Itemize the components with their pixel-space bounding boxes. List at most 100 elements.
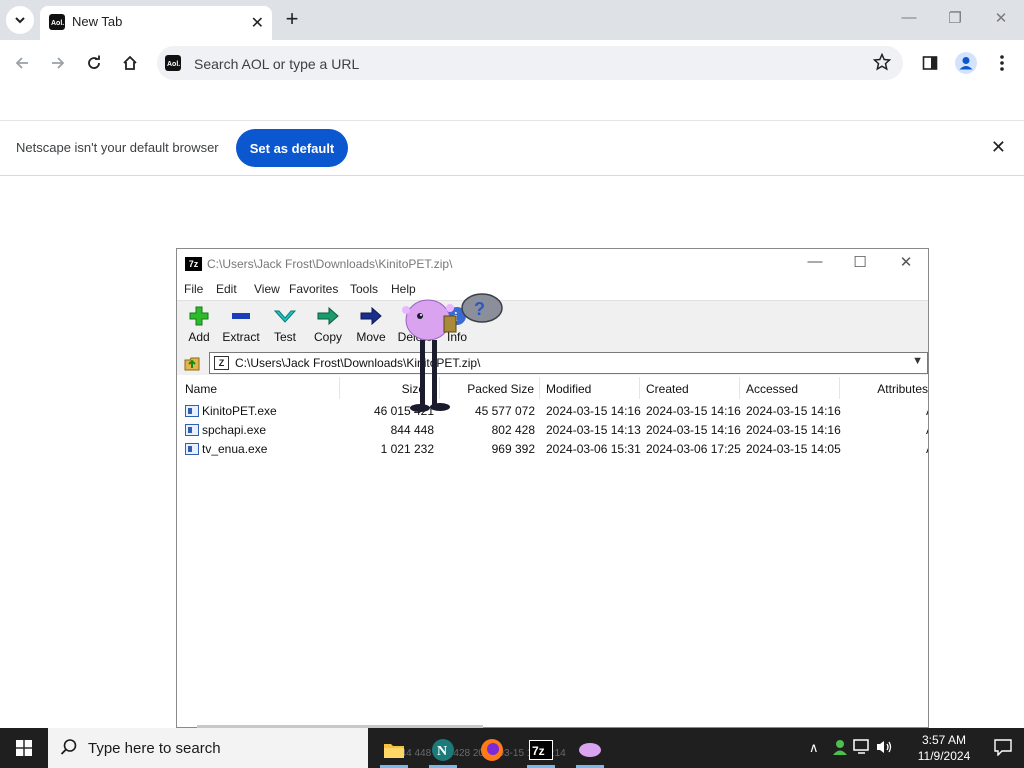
add-button[interactable]: Add bbox=[177, 304, 221, 348]
taskbar-firefox[interactable] bbox=[470, 732, 514, 768]
volume-icon[interactable] bbox=[875, 739, 893, 758]
svg-text:N: N bbox=[437, 744, 447, 759]
col-attributes[interactable]: Attributes bbox=[840, 377, 928, 399]
exe-file-icon bbox=[185, 443, 199, 455]
infobar-close-icon[interactable]: ✕ bbox=[991, 137, 1006, 158]
infobar-message: Netscape isn't your default browser bbox=[16, 140, 219, 155]
network-icon[interactable] bbox=[853, 739, 871, 758]
tab-title: New Tab bbox=[72, 14, 123, 29]
file-name: tv_enua.exe bbox=[202, 442, 268, 456]
menu-button[interactable] bbox=[989, 50, 1015, 76]
minimize-button[interactable]: — bbox=[895, 9, 923, 31]
file-created: 2024-03-06 17:25 bbox=[646, 442, 741, 456]
question-mark-icon: ? bbox=[461, 293, 503, 323]
7zip-title: C:\Users\Jack Frost\Downloads\KinitoPET.… bbox=[207, 257, 453, 271]
firefox-icon bbox=[481, 739, 503, 761]
dropdown-arrow-icon[interactable]: ▼ bbox=[912, 355, 923, 367]
forward-button[interactable] bbox=[45, 50, 71, 76]
file-list: Name Size Packed Size Modified Created A… bbox=[178, 377, 928, 722]
new-tab-button[interactable]: + bbox=[280, 8, 304, 32]
restore-button[interactable]: ❐ bbox=[941, 9, 969, 31]
menu-file[interactable]: File bbox=[184, 282, 203, 296]
set-as-default-button[interactable]: Set as default bbox=[236, 129, 348, 167]
side-panel-button[interactable] bbox=[917, 50, 943, 76]
taskbar-search-box[interactable]: Type here to search bbox=[48, 728, 368, 768]
menu-favorites[interactable]: Favorites bbox=[289, 282, 338, 296]
move-arrow-icon bbox=[360, 306, 382, 326]
tab-new-tab[interactable]: Aol. New Tab ✕ bbox=[40, 6, 272, 40]
file-attributes: A bbox=[926, 404, 928, 418]
svg-text:?: ? bbox=[474, 299, 485, 319]
test-button[interactable]: Test bbox=[263, 304, 307, 348]
windows-logo-icon bbox=[16, 740, 32, 756]
add-label: Add bbox=[188, 330, 210, 344]
taskbar-kinito[interactable] bbox=[568, 732, 612, 768]
menu-view[interactable]: View bbox=[254, 282, 280, 296]
address-input[interactable] bbox=[192, 52, 836, 76]
menu-edit[interactable]: Edit bbox=[216, 282, 237, 296]
col-accessed[interactable]: Accessed bbox=[740, 377, 840, 399]
back-button[interactable] bbox=[9, 50, 35, 76]
7zip-menu-bar: File Edit View Favorites Tools Help bbox=[177, 280, 928, 300]
folder-icon bbox=[384, 744, 404, 758]
7zip-title-bar[interactable]: 7z C:\Users\Jack Frost\Downloads\KinitoP… bbox=[177, 249, 928, 279]
file-accessed: 2024-03-15 14:05 bbox=[746, 442, 841, 456]
move-button[interactable]: Move bbox=[349, 304, 393, 348]
checkmark-icon bbox=[273, 310, 297, 323]
taskbar-netscape[interactable]: N bbox=[421, 732, 465, 768]
windows-taskbar: Type here to search 844 448 802 428 2024… bbox=[0, 728, 1024, 768]
file-attributes: A bbox=[926, 423, 928, 437]
profile-button[interactable] bbox=[953, 50, 979, 76]
arrow-right-icon bbox=[52, 57, 65, 69]
col-modified[interactable]: Modified bbox=[540, 377, 640, 399]
taskbar-7zip[interactable]: 7z bbox=[519, 732, 563, 768]
home-button[interactable] bbox=[117, 50, 143, 76]
netscape-icon: N bbox=[432, 739, 454, 761]
file-modified: 2024-03-15 14:13 bbox=[546, 423, 641, 437]
start-button[interactable] bbox=[0, 728, 48, 768]
7zip-maximize-button[interactable]: ☐ bbox=[840, 253, 880, 275]
bookmark-star-icon[interactable] bbox=[872, 52, 892, 74]
kinito-app-icon bbox=[579, 743, 601, 757]
7zip-window: 7z C:\Users\Jack Frost\Downloads\KinitoP… bbox=[176, 248, 929, 729]
copy-arrow-icon bbox=[317, 306, 339, 326]
chevron-down-icon bbox=[15, 17, 25, 24]
exe-file-icon bbox=[185, 424, 199, 436]
reload-button[interactable] bbox=[81, 50, 107, 76]
copy-button[interactable]: Copy bbox=[306, 304, 350, 348]
extract-button[interactable]: Extract bbox=[219, 304, 263, 348]
file-created: 2024-03-15 14:16 bbox=[646, 404, 741, 418]
taskbar-clock[interactable]: 3:57 AM 11/9/2024 bbox=[909, 732, 979, 764]
svg-text:Aol.: Aol. bbox=[167, 61, 180, 68]
tab-search-button[interactable] bbox=[6, 6, 34, 34]
col-name[interactable]: Name bbox=[178, 377, 340, 399]
file-accessed: 2024-03-15 14:16 bbox=[746, 404, 841, 418]
taskbar-file-explorer[interactable] bbox=[372, 732, 416, 768]
move-label: Move bbox=[356, 330, 386, 344]
7zip-app-icon: 7z bbox=[529, 740, 553, 760]
7zip-minimize-button[interactable]: — bbox=[795, 253, 835, 275]
browser-toolbar: Aol. bbox=[0, 40, 1024, 86]
more-vert-icon bbox=[1000, 55, 1004, 71]
omnibox[interactable]: Aol. bbox=[157, 46, 903, 80]
menu-tools[interactable]: Tools bbox=[350, 282, 378, 296]
close-window-button[interactable]: ✕ bbox=[987, 9, 1015, 31]
plus-icon bbox=[189, 306, 209, 326]
folder-up-icon[interactable] bbox=[183, 354, 201, 375]
7zip-address-bar: Z C:\Users\Jack Frost\Downloads\KinitoPE… bbox=[177, 351, 928, 375]
7zip-toolbar: Add Extract Test Copy Move Delete i Info bbox=[177, 300, 928, 352]
people-icon[interactable] bbox=[831, 738, 849, 759]
path-combobox[interactable]: Z C:\Users\Jack Frost\Downloads\KinitoPE… bbox=[209, 352, 928, 374]
svg-text:7z: 7z bbox=[532, 744, 545, 758]
7zip-close-button[interactable]: ✕ bbox=[886, 253, 926, 275]
kinito-pet-character[interactable]: ? bbox=[390, 290, 510, 420]
file-packed-size: 802 428 bbox=[491, 423, 535, 437]
copy-label: Copy bbox=[313, 330, 342, 344]
file-size: 1 021 232 bbox=[380, 442, 434, 456]
clock-time: 3:57 AM bbox=[921, 733, 967, 747]
show-hidden-icons-chevron-icon[interactable]: ∧ bbox=[809, 740, 819, 756]
col-created[interactable]: Created bbox=[640, 377, 740, 399]
notification-center-icon[interactable] bbox=[994, 738, 1012, 759]
file-name: KinitoPET.exe bbox=[202, 404, 277, 418]
tab-close-icon[interactable]: ✕ bbox=[251, 13, 264, 33]
